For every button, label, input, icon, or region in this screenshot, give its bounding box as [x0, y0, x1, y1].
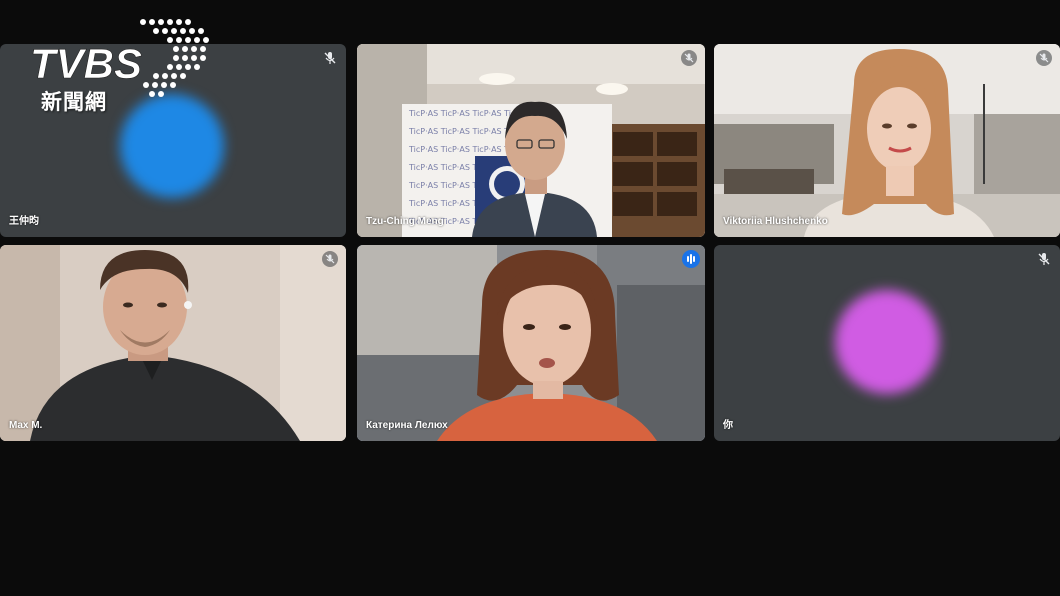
- participant-video: TicP·AS TicP·AS TicP·AS TicP·AS TicP·AS …: [357, 44, 705, 237]
- speaking-indicator-icon: [682, 250, 700, 268]
- participant-name: Tzu-Ching Meng: [366, 216, 444, 227]
- participant-name: Max M.: [9, 420, 43, 431]
- video-call-stage: 王仲昀 TicP·AS TicP·AS TicP·AS TicP·AS TicP…: [0, 0, 1060, 596]
- participant-avatar: [835, 290, 939, 394]
- tvbs-subtitle: 新聞網: [41, 90, 107, 114]
- tvbs-logo: TVBS 新聞網: [28, 16, 218, 116]
- mic-off-icon: [322, 251, 338, 267]
- participant-tile-2[interactable]: TicP·AS TicP·AS TicP·AS TicP·AS TicP·AS …: [357, 44, 705, 237]
- participant-tile-6-self[interactable]: 你: [714, 245, 1060, 441]
- participant-name: Катерина Лелюх: [366, 420, 448, 431]
- participant-video: [357, 245, 705, 441]
- participant-name: 王仲昀: [9, 216, 39, 227]
- participant-video: [714, 44, 1060, 237]
- participant-name: 你: [723, 420, 733, 431]
- tvbs-wordmark: TVBS: [30, 40, 142, 87]
- mic-off-icon: [1036, 50, 1052, 66]
- participant-video: [0, 245, 346, 441]
- participant-tile-5-active-speaker[interactable]: Катерина Лелюх: [357, 245, 705, 441]
- mic-off-icon: [1038, 253, 1050, 265]
- mic-off-icon: [681, 50, 697, 66]
- participant-tile-3[interactable]: Viktoriia Hlushchenko: [714, 44, 1060, 237]
- mic-off-icon: [324, 52, 336, 64]
- participant-name: Viktoriia Hlushchenko: [723, 216, 828, 227]
- participant-tile-4[interactable]: Max M.: [0, 245, 346, 441]
